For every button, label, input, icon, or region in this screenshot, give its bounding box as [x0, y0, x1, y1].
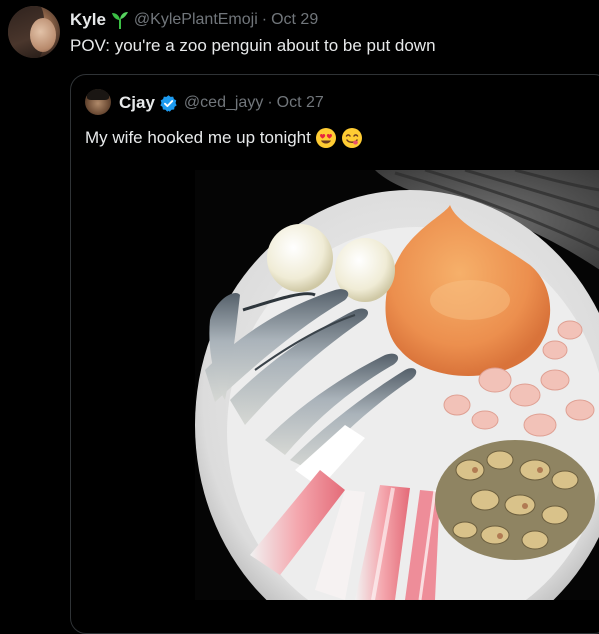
quoted-handle[interactable]: @ced_jayy: [184, 94, 263, 112]
verified-badge-icon: [159, 94, 178, 113]
quoted-tweet-text-row: My wife hooked me up tonight: [85, 127, 363, 149]
timestamp[interactable]: Oct 29: [271, 11, 318, 29]
quoted-tweet-card[interactable]: Cjay @ced_jayy · Oct 27 My wife hooked m…: [70, 74, 599, 634]
quoted-avatar[interactable]: [85, 89, 111, 115]
tweet: Kyle @KylePlantEmoji · Oct 29 POV: you'r…: [0, 0, 599, 634]
quoted-tweet-header: Cjay @ced_jayy · Oct 27: [119, 93, 324, 113]
tweet-text: POV: you're a zoo penguin about to be pu…: [70, 36, 436, 55]
food-plate-image: [195, 170, 599, 600]
tweet-header: Kyle @KylePlantEmoji · Oct 29: [70, 9, 318, 31]
separator-dot: ·: [261, 11, 268, 28]
attached-photo[interactable]: [195, 170, 599, 600]
display-name[interactable]: Kyle: [70, 10, 106, 30]
avatar-face: [30, 18, 56, 52]
quoted-display-name[interactable]: Cjay: [119, 93, 155, 113]
plant-sprout-icon: [110, 10, 130, 30]
quoted-separator-dot: ·: [267, 94, 273, 111]
quoted-avatar-hair: [87, 89, 109, 100]
heart-eyes-emoji-icon: [315, 127, 337, 149]
quoted-tweet-text: My wife hooked me up tonight: [85, 128, 311, 147]
handle[interactable]: @KylePlantEmoji: [134, 11, 258, 29]
yum-face-emoji-icon: [341, 127, 363, 149]
quoted-timestamp[interactable]: Oct 27: [277, 94, 324, 112]
avatar[interactable]: [8, 6, 60, 58]
